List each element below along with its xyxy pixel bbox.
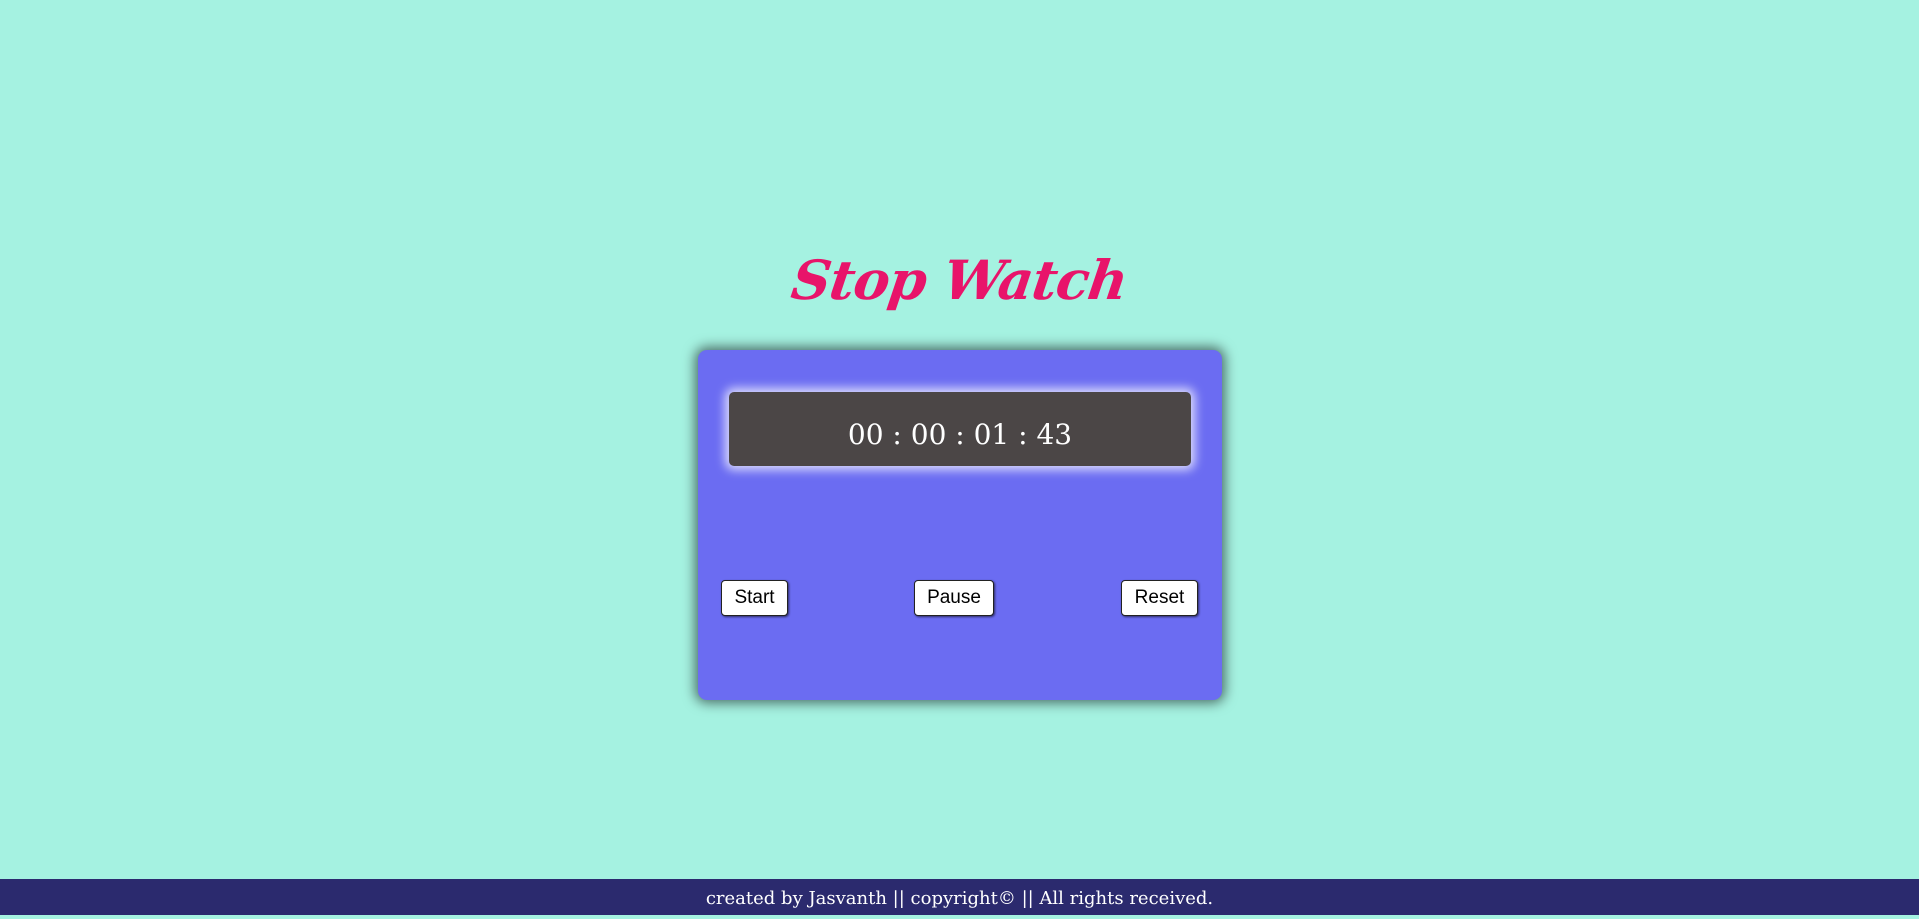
stopwatch-card: 00 : 00 : 01 : 43 Start Pause Reset: [698, 350, 1222, 700]
page-title: Stop Watch: [787, 248, 1132, 312]
pause-button[interactable]: Pause: [914, 580, 994, 616]
reset-button[interactable]: Reset: [1121, 580, 1198, 616]
footer: created by Jasvanth || copyright© || All…: [0, 879, 1919, 915]
start-button[interactable]: Start: [721, 580, 788, 616]
time-display: 00 : 00 : 01 : 43: [729, 392, 1191, 466]
